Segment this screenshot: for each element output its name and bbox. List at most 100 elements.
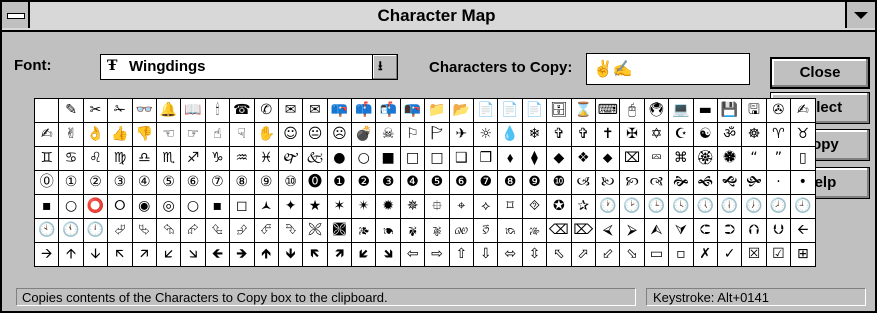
character-cell[interactable]: ⬂ <box>620 243 645 267</box>
character-cell[interactable]: ⌦ <box>571 219 596 243</box>
character-cell[interactable]: ✌ <box>59 123 84 147</box>
character-cell[interactable]: ☯ <box>693 123 718 147</box>
character-cell[interactable]: ♊ <box>35 147 60 171</box>
character-cell[interactable]: ☝ <box>205 123 231 147</box>
character-cell[interactable]: 📄 <box>498 99 523 123</box>
character-cell[interactable]: 🡪 <box>35 243 60 267</box>
character-cell[interactable]: 🕯 <box>205 99 231 123</box>
character-cell[interactable]: ✎ <box>59 99 84 123</box>
character-cell[interactable]: 🕕 <box>717 195 743 219</box>
character-cell[interactable]: ♈ <box>766 123 792 147</box>
character-cell[interactable]: 📭 <box>400 99 426 123</box>
character-cell[interactable]: ⊞ <box>791 243 816 267</box>
character-cell[interactable]: 🕖 <box>742 195 767 219</box>
character-cell[interactable]: ⮙ <box>644 219 670 243</box>
character-cell[interactable]: ” <box>766 147 792 171</box>
character-cell[interactable]: ⬀ <box>571 243 596 267</box>
character-cell[interactable]: ⇧ <box>449 243 475 267</box>
character-cell[interactable]: ✍ <box>791 99 816 123</box>
character-cell[interactable]: 👎 <box>132 123 157 147</box>
character-cell[interactable]: “ <box>742 147 767 171</box>
character-cell[interactable]: 💣 <box>352 123 377 147</box>
character-cell[interactable]: 🗄 <box>547 99 572 123</box>
character-cell[interactable]: ▬ <box>693 99 718 123</box>
character-cell[interactable]: ❽ <box>498 171 523 195</box>
character-cell[interactable]: 💾 <box>717 99 743 123</box>
character-cell[interactable]: ⮋ <box>766 219 792 243</box>
character-cell[interactable]: ③ <box>108 171 133 195</box>
character-cell[interactable]: ✈ <box>449 123 475 147</box>
character-cell[interactable]: ❺ <box>425 171 450 195</box>
character-cell[interactable]: 🙒 <box>498 219 523 243</box>
character-cell[interactable]: ④ <box>132 171 157 195</box>
character-cell[interactable]: 🙖 <box>425 219 450 243</box>
character-cell[interactable]: ⬄ <box>498 243 523 267</box>
character-cell[interactable]: 📂 <box>449 99 475 123</box>
character-cell[interactable]: ⑨ <box>254 171 279 195</box>
character-cell[interactable]: 🕘 <box>791 195 816 219</box>
character-cell[interactable]: 👓 <box>132 99 157 123</box>
character-cell[interactable]: ⮱ <box>132 219 157 243</box>
character-cell[interactable]: ● <box>327 147 353 171</box>
character-cell[interactable]: ⓿ <box>303 171 328 195</box>
character-cell[interactable]: ✋ <box>254 123 279 147</box>
character-cell[interactable]: 🙜 <box>693 171 718 195</box>
close-button[interactable]: Close <box>770 57 870 89</box>
character-cell[interactable]: ⮘ <box>595 219 621 243</box>
character-cell[interactable]: 🡽 <box>327 243 353 267</box>
character-cell[interactable]: ✗ <box>693 243 718 267</box>
character-cell[interactable]: ② <box>83 171 109 195</box>
character-cell[interactable]: ⑥ <box>181 171 206 195</box>
character-cell[interactable]: ✆ <box>254 99 279 123</box>
character-cell[interactable]: 🡯 <box>156 243 182 267</box>
character-cell[interactable]: ☠ <box>376 123 401 147</box>
character-cell[interactable]: 🖰 <box>620 99 645 123</box>
characters-to-copy-field[interactable]: ✌✍ <box>586 53 750 85</box>
character-cell[interactable]: 🕒 <box>644 195 670 219</box>
character-cell[interactable]: ⮛ <box>669 219 694 243</box>
character-cell[interactable]: 🙫 <box>327 219 353 243</box>
character-cell[interactable]: ✁ <box>108 99 133 123</box>
font-dropdown-button[interactable]: ⭳ <box>372 55 397 79</box>
character-cell[interactable]: ✂ <box>83 99 109 123</box>
character-cell[interactable]: ⬃ <box>595 243 621 267</box>
character-cell[interactable]: ⇳ <box>522 243 548 267</box>
character-cell[interactable]: ⑧ <box>230 171 255 195</box>
character-cell[interactable]: ♋ <box>59 147 84 171</box>
character-cell[interactable]: 🙞 <box>669 171 694 195</box>
character-cell[interactable]: ⮳ <box>181 219 206 243</box>
character-cell[interactable]: 🡹 <box>254 243 279 267</box>
character-cell[interactable]: ☎ <box>230 99 255 123</box>
character-cell[interactable]: 🏵 <box>693 147 718 171</box>
character-cell[interactable]: · <box>766 171 792 195</box>
character-cell[interactable]: 🡻 <box>278 243 304 267</box>
character-cell[interactable]: 🡿 <box>352 243 377 267</box>
character-cell[interactable]: ❑ <box>449 147 475 171</box>
character-cell[interactable]: ☜ <box>156 123 182 147</box>
character-cell[interactable]: ▯ <box>791 147 816 171</box>
character-cell[interactable]: ✡ <box>644 123 670 147</box>
character-cell[interactable]: 🙡 <box>620 171 645 195</box>
character-cell[interactable]: 🖫 <box>742 99 767 123</box>
character-cell[interactable]: ⇨ <box>425 243 450 267</box>
character-cell[interactable]: ⮹ <box>644 147 670 171</box>
character-cell[interactable]: ✞ <box>571 123 596 147</box>
character-cell[interactable]: ✦ <box>278 195 304 219</box>
character-cell[interactable]: ♏ <box>156 147 182 171</box>
character-cell[interactable]: ✍ <box>35 123 60 147</box>
character-cell[interactable]: 😐 <box>303 123 328 147</box>
character-cell[interactable]: 🕗 <box>766 195 792 219</box>
font-select[interactable]: Ŧ Wingdings ⭳ <box>100 54 398 80</box>
character-cell[interactable]: ▪ <box>35 195 60 219</box>
system-menu-button[interactable] <box>2 2 30 28</box>
character-cell[interactable]: ❄ <box>522 123 548 147</box>
character-cell[interactable]: ♐ <box>181 147 206 171</box>
character-cell[interactable]: ☪ <box>669 123 694 147</box>
character-cell[interactable]: ✰ <box>571 195 596 219</box>
character-cell[interactable]: 🡸 <box>205 243 231 267</box>
character-cell[interactable]: • <box>791 171 816 195</box>
character-cell[interactable]: 🡨 <box>791 219 816 243</box>
character-cell[interactable]: ⮴ <box>205 219 231 243</box>
character-cell[interactable]: ⌖ <box>449 195 475 219</box>
character-cell[interactable]: 💻 <box>669 99 694 123</box>
